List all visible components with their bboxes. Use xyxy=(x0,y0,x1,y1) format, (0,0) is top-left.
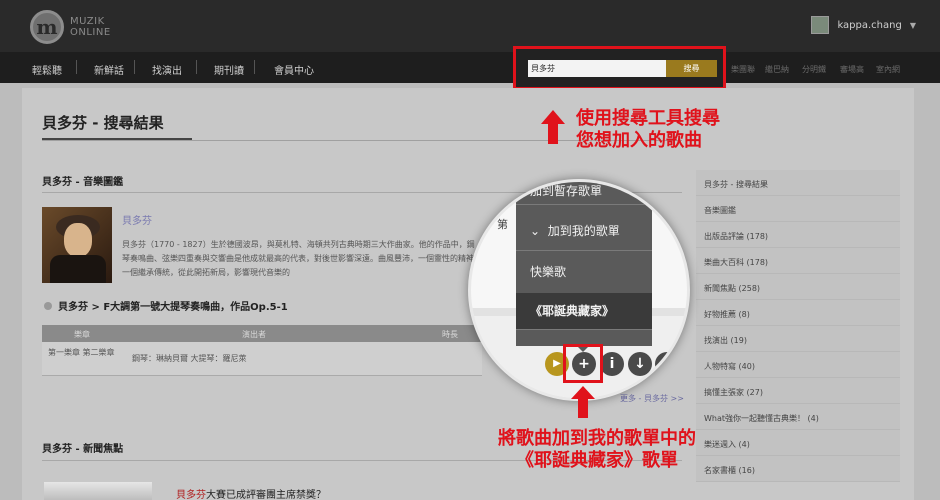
column-header: 樂章 xyxy=(74,330,90,339)
brand-line-1: MUZIK xyxy=(70,16,105,27)
bullet-icon xyxy=(44,302,52,310)
nav-item-right-5[interactable]: 室內網 xyxy=(876,64,900,75)
news-headline[interactable]: 貝多芬大賽已成評審團主席禁獎？ xyxy=(176,486,326,500)
search-highlight-frame: 搜尋 xyxy=(513,46,726,90)
composer-link[interactable]: 貝多芬 xyxy=(122,212,152,227)
nav-item-right-3[interactable]: 分明鐵 xyxy=(802,64,826,75)
user-name: kappa.chang xyxy=(837,19,902,31)
logo-mark-icon: m xyxy=(30,10,64,44)
composer-description: 貝多芬（1770 - 1827）生於德國波昂，與莫札特、海頓共列古典時期三大作曲… xyxy=(122,240,482,277)
nav-item-listen[interactable]: 輕鬆聽 xyxy=(32,62,62,77)
nav-divider xyxy=(134,60,135,74)
annotation-search: 使用搜尋工具搜尋 您想加入的歌曲 xyxy=(576,108,720,151)
section-title-encyclopedia: 貝多芬 - 音樂圖鑑 xyxy=(42,177,124,188)
chevron-down-icon: ▼ xyxy=(909,20,916,30)
news-thumbnail[interactable] xyxy=(44,482,152,500)
user-menu[interactable]: kappa.chang ▼ xyxy=(811,16,916,34)
movement-cell: 第一樂章 第二樂章 xyxy=(48,348,115,357)
up-arrow-icon xyxy=(541,110,565,144)
sidebar-item-news[interactable]: 新聞焦點 (258) xyxy=(696,274,900,300)
nav-item-right-4[interactable]: 審場高 xyxy=(840,64,864,75)
up-arrow-icon xyxy=(571,386,595,418)
title-underline xyxy=(42,138,192,140)
sidebar-item-recommendations[interactable]: 好物推薦 (8) xyxy=(696,300,900,326)
avatar xyxy=(811,16,830,34)
add-to-playlist-menu: 加到暫存歌單 ⌄ 加到我的歌單 快樂歌 《耶誕典藏家》 xyxy=(516,182,652,346)
nav-divider xyxy=(76,60,77,74)
search-button[interactable]: 搜尋 xyxy=(666,60,717,77)
column-header: 時長 xyxy=(442,330,458,339)
menu-divider xyxy=(516,329,652,330)
nav-divider xyxy=(196,60,197,74)
table-row[interactable]: 第一樂章 第二樂章 鋼琴：琳納貝爾 大提琴：羅尼萊 xyxy=(42,342,482,376)
nav-divider xyxy=(254,60,255,74)
nav-item-right-1[interactable]: 樂團聯 xyxy=(731,64,755,75)
background-text: 第 xyxy=(497,218,508,231)
more-button[interactable] xyxy=(655,352,679,376)
sidebar-item-experts[interactable]: 搞懂主張家 (27) xyxy=(696,378,900,404)
brand-line-2: ONLINE xyxy=(70,27,111,38)
breadcrumb[interactable]: 貝多芬 > F大調第一號大提琴奏鳴曲，作品Op.5-1 xyxy=(58,298,288,313)
table-header: 樂章 演出者 時長 xyxy=(42,325,482,342)
top-bar: m MUZIK ONLINE kappa.chang ▼ xyxy=(0,0,940,52)
page-title: 貝多芬 - 搜尋結果 xyxy=(42,114,164,132)
section-title-news: 貝多芬 - 新聞焦點 xyxy=(42,444,124,455)
main-nav: 輕鬆聽 新鮮話 找演出 期刊讀 會員中心 樂團聯 繼巴納 分明鐵 審場高 室內網 xyxy=(0,52,940,83)
sidebar-item-results[interactable]: 貝多芬 - 搜尋結果 xyxy=(696,170,900,196)
playlist-item-happy-songs[interactable]: 快樂歌 xyxy=(516,263,652,280)
sidebar-item-concerts[interactable]: 找演出 (19) xyxy=(696,326,900,352)
nav-item-fresh[interactable]: 新鮮話 xyxy=(94,62,124,77)
playlist-item-christmas-collection[interactable]: 《耶誕典藏家》 xyxy=(516,302,652,319)
nav-item-member[interactable]: 會員中心 xyxy=(274,62,314,77)
composer-portrait[interactable] xyxy=(42,207,112,283)
column-header: 演出者 xyxy=(242,330,266,339)
nav-item-concerts[interactable]: 找演出 xyxy=(152,62,182,77)
menu-divider xyxy=(516,204,652,205)
brand-logo[interactable]: m MUZIK ONLINE xyxy=(30,10,111,44)
download-button[interactable]: ↓ xyxy=(628,352,652,376)
sidebar-item-encyclopedia[interactable]: 音樂圖鑑 xyxy=(696,196,900,222)
nav-item-journal[interactable]: 期刊讀 xyxy=(214,62,244,77)
sidebar-item-music-wiki[interactable]: 樂曲大百科 (178) xyxy=(696,248,900,274)
sidebar-item-publication-reviews[interactable]: 出版品評論 (178) xyxy=(696,222,900,248)
menu-item-add-to-my-playlist[interactable]: ⌄ 加到我的歌單 xyxy=(516,222,652,239)
info-button[interactable]: i xyxy=(600,352,624,376)
sidebar-item-what[interactable]: What強你一起聽懂古典樂！ (4) xyxy=(696,404,900,430)
search-input[interactable] xyxy=(528,60,666,77)
performers-cell: 鋼琴：琳納貝爾 大提琴：羅尼萊 xyxy=(132,354,247,363)
add-button-highlight-frame xyxy=(563,344,603,383)
menu-item-add-to-temp-playlist[interactable]: 加到暫存歌單 xyxy=(516,182,652,199)
annotation-add-to-playlist: 將歌曲加到我的歌單中的 《耶誕典藏家》歌單 xyxy=(498,428,696,471)
sidebar-item-features[interactable]: 人物特寫 (40) xyxy=(696,352,900,378)
chevron-down-icon: ⌄ xyxy=(530,224,541,238)
nav-item-right-2[interactable]: 繼巴納 xyxy=(765,64,789,75)
menu-divider xyxy=(516,250,652,251)
